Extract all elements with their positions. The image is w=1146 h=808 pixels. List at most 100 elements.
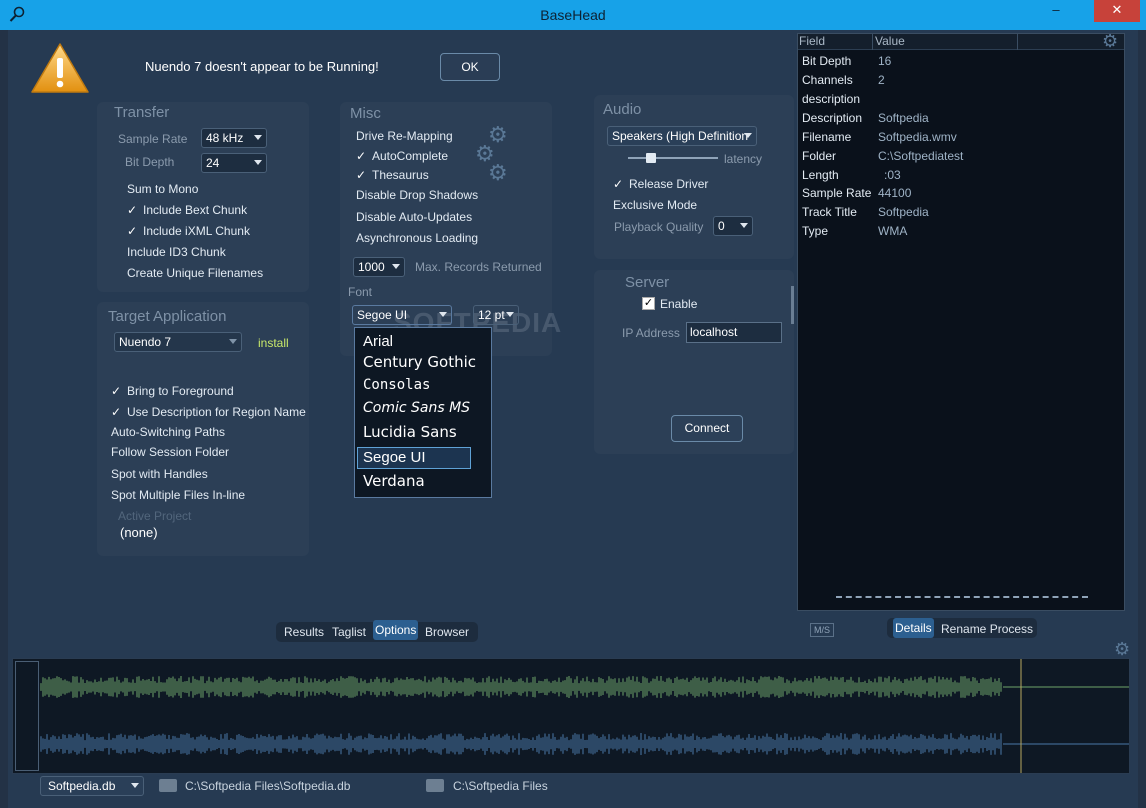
font-option-comic-sans[interactable]: Comic Sans MS: [362, 398, 476, 420]
detail-field: Description: [802, 111, 863, 125]
tab-taglist[interactable]: Taglist: [332, 625, 366, 639]
auto-switching-option[interactable]: Auto-Switching Paths: [111, 425, 225, 439]
unique-filenames-option[interactable]: Create Unique Filenames: [127, 266, 263, 280]
detail-value: 44100: [878, 186, 912, 200]
font-option-lucidia-sans[interactable]: Lucidia Sans: [362, 422, 476, 444]
column-field[interactable]: Field: [799, 34, 825, 50]
chevron-down-icon: [744, 133, 752, 138]
connect-button[interactable]: Connect: [671, 415, 743, 442]
database-value: Softpedia.db: [48, 779, 116, 793]
details-tabs: Details Rename Process: [887, 618, 1037, 638]
max-records-select[interactable]: 1000: [353, 257, 405, 277]
chevron-down-icon: [506, 312, 514, 317]
detail-value: 16: [878, 54, 892, 68]
font-option-century-gothic[interactable]: Century Gothic: [362, 352, 476, 374]
ms-button[interactable]: M/S: [810, 623, 834, 637]
active-project-value: (none): [120, 525, 158, 540]
auto-updates-option[interactable]: Disable Auto-Updates: [356, 210, 472, 224]
details-scroll-indicator[interactable]: [836, 596, 1088, 598]
chevron-down-icon: [439, 312, 447, 317]
latency-slider-track[interactable]: [628, 157, 718, 159]
tab-options[interactable]: Options: [373, 620, 419, 640]
chevron-down-icon: [392, 264, 400, 269]
exclusive-mode-option[interactable]: Exclusive Mode: [613, 198, 697, 212]
ip-address-label: IP Address: [622, 326, 680, 340]
latency-slider-handle[interactable]: [646, 153, 656, 163]
drive-remapping-option[interactable]: Drive Re-Mapping: [356, 129, 453, 143]
follow-session-option[interactable]: Follow Session Folder: [111, 445, 229, 459]
minimize-button[interactable]: ‒: [1046, 0, 1066, 22]
detail-value: Softpedia: [878, 111, 929, 125]
chevron-down-icon: [131, 783, 139, 788]
server-scrollbar[interactable]: [791, 286, 794, 324]
async-loading-option[interactable]: Asynchronous Loading: [356, 231, 478, 245]
release-driver-option[interactable]: Release Driver: [613, 177, 708, 191]
active-project-label: Active Project: [118, 509, 192, 523]
database-path[interactable]: C:\Softpedia Files\Softpedia.db: [185, 779, 350, 793]
thesaurus-option[interactable]: Thesaurus: [356, 168, 429, 182]
font-size-select[interactable]: 12 pt: [473, 305, 519, 325]
font-select[interactable]: Segoe UI: [352, 305, 452, 325]
detail-value: :03: [884, 168, 901, 182]
waveform: [40, 659, 1129, 773]
target-title: Target Application: [108, 308, 227, 325]
window-title: BaseHead: [540, 7, 606, 23]
gear-icon[interactable]: ⚙: [1102, 30, 1118, 52]
gear-icon[interactable]: ⚙: [1114, 638, 1130, 660]
detail-field: Folder: [802, 149, 837, 163]
detail-field: Bit Depth: [802, 54, 852, 68]
database-select[interactable]: Softpedia.db: [40, 776, 144, 796]
tab-details[interactable]: Details: [893, 618, 934, 638]
column-divider[interactable]: [1017, 34, 1018, 50]
font-label: Font: [348, 285, 373, 299]
audio-title: Audio: [603, 101, 642, 118]
include-bext-option[interactable]: Include Bext Chunk: [127, 203, 247, 217]
detail-field: Sample Rate: [802, 186, 872, 200]
column-divider[interactable]: [872, 34, 873, 50]
server-title: Server: [625, 274, 670, 291]
playback-quality-select[interactable]: 0: [713, 216, 753, 236]
column-value[interactable]: Value: [875, 34, 905, 50]
enable-checkbox[interactable]: ✓: [642, 297, 655, 310]
title-bar: BaseHead ‒ ✕: [0, 0, 1146, 30]
waveform-view[interactable]: [12, 658, 1130, 774]
latency-label: latency: [724, 152, 763, 166]
folder-path[interactable]: C:\Softpedia Files: [453, 779, 548, 793]
sample-rate-value: 48 kHz: [206, 131, 244, 145]
target-app-select[interactable]: Nuendo 7: [114, 332, 242, 352]
install-link[interactable]: install: [258, 336, 289, 350]
font-option-verdana[interactable]: Verdana: [362, 471, 476, 493]
font-option-segoe-ui[interactable]: Segoe UI: [357, 447, 471, 469]
misc-title: Misc: [350, 105, 381, 122]
bit-depth-select[interactable]: 24: [201, 153, 267, 173]
gear-icon[interactable]: ⚙: [488, 162, 508, 184]
font-option-arial[interactable]: Arial: [362, 332, 476, 354]
detail-value: Softpedia: [878, 205, 929, 219]
tab-results[interactable]: Results: [284, 625, 324, 639]
enable-label: Enable: [660, 297, 698, 311]
include-ixml-option[interactable]: Include iXML Chunk: [127, 224, 250, 238]
bottom-bar: [8, 774, 1138, 808]
font-option-consolas[interactable]: Consolas: [362, 375, 476, 397]
close-button[interactable]: ✕: [1094, 0, 1140, 22]
spot-multiple-option[interactable]: Spot Multiple Files In-line: [111, 488, 245, 502]
drop-shadows-option[interactable]: Disable Drop Shadows: [356, 188, 478, 202]
sample-rate-select[interactable]: 48 kHz: [201, 128, 267, 148]
tab-browser[interactable]: Browser: [425, 625, 469, 639]
include-id3-option[interactable]: Include ID3 Chunk: [127, 245, 226, 259]
waveform-overview[interactable]: [15, 661, 39, 771]
bring-foreground-option[interactable]: Bring to Foreground: [111, 384, 234, 398]
audio-device-select[interactable]: Speakers (High Definition: [607, 126, 757, 146]
ok-button[interactable]: OK: [440, 53, 500, 81]
use-description-option[interactable]: Use Description for Region Name: [111, 405, 306, 419]
sum-to-mono-option[interactable]: Sum to Mono: [127, 182, 198, 196]
font-value: Segoe UI: [357, 308, 408, 322]
autocomplete-option[interactable]: AutoComplete: [356, 149, 448, 163]
detail-field: Length: [802, 168, 839, 182]
ip-address-input[interactable]: localhost: [686, 322, 782, 343]
spot-handles-option[interactable]: Spot with Handles: [111, 467, 208, 481]
tab-rename-process[interactable]: Rename Process: [941, 622, 1033, 636]
chevron-down-icon: [254, 135, 262, 140]
main-tabs: Results Taglist Options Browser: [276, 620, 478, 642]
chevron-down-icon: [254, 160, 262, 165]
